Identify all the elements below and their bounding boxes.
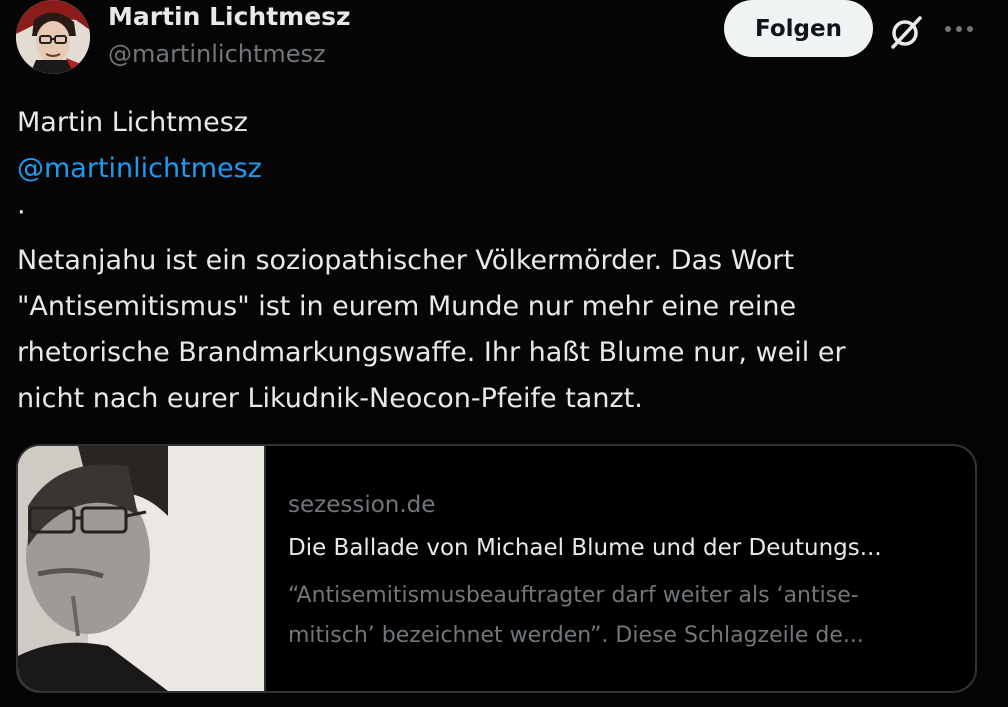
link-preview-title: Die Ballade von Michael Blume und der De… <box>288 535 882 561</box>
post-text-name: Martin Lichtmesz <box>17 107 248 138</box>
post-text-line: Netanjahu ist ein soziopathischer Völker… <box>17 245 795 276</box>
link-preview-description-line: mitisch’ bezeichnet werden”. Diese Schla… <box>288 623 864 648</box>
post-container: Martin Lichtmesz @martinlichtmesz Folgen… <box>0 0 1008 707</box>
author-handle[interactable]: @martinlichtmesz <box>108 40 326 68</box>
post-text-line: "Antisemitismus" ist in eurem Munde nur … <box>17 291 797 322</box>
follow-button[interactable]: Folgen <box>724 0 873 57</box>
post-text-line: rhetorische Brandmarkungswaffe. Ihr haßt… <box>17 337 846 368</box>
link-preview-card[interactable]: sezession.de Die Ballade von Michael Blu… <box>16 444 977 693</box>
more-options-icon[interactable] <box>943 14 975 44</box>
grok-icon[interactable] <box>886 12 926 52</box>
post-mention-link[interactable]: @martinlichtmesz <box>17 146 262 192</box>
link-preview-description: “Antisemitismusbeauftragter darf weiter … <box>288 576 864 656</box>
link-preview-image[interactable] <box>18 446 266 691</box>
author-display-name[interactable]: Martin Lichtmesz <box>108 2 351 31</box>
post-text-line: nicht nach eurer Likudnik-Neocon-Pfeife … <box>17 383 643 414</box>
link-preview-domain: sezession.de <box>288 492 436 518</box>
link-preview-description-line: “Antisemitismusbeauftragter darf weiter … <box>288 583 859 608</box>
avatar[interactable] <box>16 0 90 74</box>
post-separator: · <box>17 197 26 228</box>
